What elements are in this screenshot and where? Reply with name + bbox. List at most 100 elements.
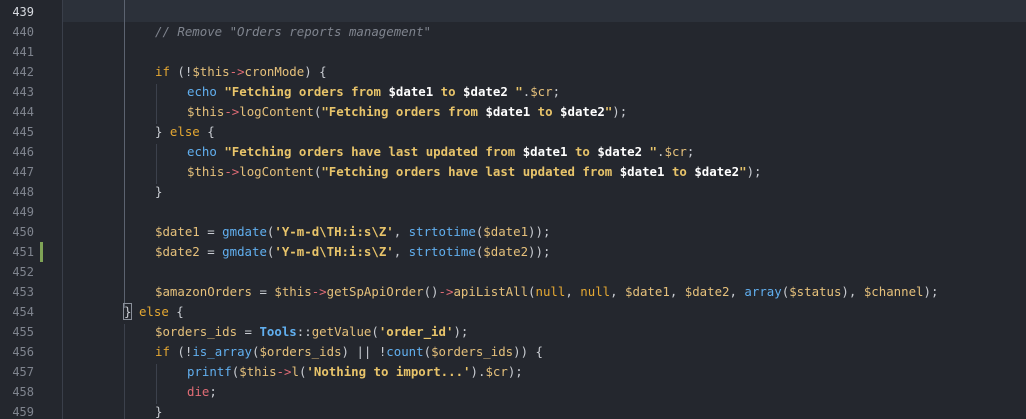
code-line[interactable]: 446 echo "Fetching orders have last updat…: [0, 142, 1026, 162]
code-token: ->: [276, 364, 292, 379]
code-line[interactable]: 453 $amazonOrders = $this->getSpApiOrder(…: [0, 282, 1026, 302]
code-token: l: [291, 364, 299, 379]
code-token: ,: [610, 284, 626, 299]
line-number: 442: [12, 65, 34, 79]
code-token: ,: [393, 224, 409, 239]
code-token: 'Nothing to import...': [306, 364, 471, 379]
code-token: ::: [296, 324, 312, 339]
code-token: $date1: [522, 144, 568, 159]
line-number: 453: [12, 285, 34, 299]
code-line[interactable]: 450 $date1 = gmdate('Y-m-d\TH:i:s\Z', str…: [0, 222, 1026, 242]
code-editor[interactable]: 439 440 // Remove "Orders reports manageme…: [0, 0, 1026, 419]
code-text: $this->logContent("Fetching orders from …: [187, 102, 627, 122]
code-token: =: [237, 324, 260, 339]
code-token: getValue: [311, 324, 372, 339]
line-number: 455: [12, 325, 34, 339]
code-token: $this: [274, 284, 312, 299]
code-token: ->: [229, 64, 245, 79]
code-token: ->: [224, 104, 240, 119]
line-number: 439: [12, 5, 34, 19]
code-token: ,: [565, 284, 581, 299]
code-token: $date1: [625, 284, 670, 299]
code-line[interactable]: 447 $this->logContent("Fetching orders ha…: [0, 162, 1026, 182]
code-token: $orders_ids: [431, 344, 514, 359]
code-token: $date2: [694, 164, 740, 179]
code-line[interactable]: 455 $orders_ids = Tools::getValue('order_…: [0, 322, 1026, 342]
code-token: $cr: [530, 84, 553, 99]
code-token: strtotime: [408, 224, 476, 239]
code-token: (: [528, 284, 536, 299]
code-line[interactable]: 442 if (!$this->cronMode) {: [0, 62, 1026, 82]
code-text: if (!is_array($orders_ids) || !count($or…: [155, 342, 543, 362]
code-token: ,: [393, 244, 409, 259]
code-line[interactable]: 452: [0, 262, 1026, 282]
code-token: ->: [311, 284, 327, 299]
code-token: "Fetching orders have last updated from: [321, 164, 620, 179]
code-token: to: [530, 104, 561, 119]
code-token: ;: [552, 84, 561, 99]
code-line[interactable]: 448}: [0, 182, 1026, 202]
code-line[interactable]: 440 // Remove "Orders reports management": [0, 22, 1026, 42]
code-line[interactable]: 457 printf($this->l('Nothing to import...…: [0, 362, 1026, 382]
code-token: ": [739, 164, 747, 179]
code-token: ,: [669, 284, 685, 299]
line-number: 444: [12, 105, 34, 119]
code-token: // Remove "Orders reports management": [155, 24, 432, 39]
code-line[interactable]: 459}: [0, 402, 1026, 419]
line-number: 446: [12, 145, 34, 159]
line-number: 445: [12, 125, 34, 139]
line-number: 451: [12, 245, 34, 259]
code-token: $date1: [485, 104, 531, 119]
code-token: );: [453, 324, 469, 339]
code-line[interactable]: 444 $this->logContent("Fetching orders fr…: [0, 102, 1026, 122]
code-token: gmdate: [222, 224, 267, 239]
line-number: 450: [12, 225, 34, 239]
code-token: "Fetching orders from: [321, 104, 486, 119]
code-token: count: [386, 344, 424, 359]
code-text: $orders_ids = Tools::getValue('order_id'…: [155, 322, 468, 342]
code-line[interactable]: 454 } else {: [0, 302, 1026, 322]
code-token: ));: [528, 224, 551, 239]
code-line[interactable]: 439: [0, 2, 1026, 22]
code-token: 'Y-m-d\TH:i:s\Z': [274, 224, 394, 239]
code-token: ) {: [304, 64, 327, 79]
code-line[interactable]: 445 } else {: [0, 122, 1026, 142]
code-token: $date1: [155, 224, 200, 239]
code-token: cronMode: [244, 64, 305, 79]
code-token: (!: [169, 344, 193, 359]
code-text: } else {: [155, 122, 215, 142]
line-number: 454: [12, 305, 34, 319]
code-token: ->: [438, 284, 454, 299]
code-token: =: [199, 224, 223, 239]
code-token: to: [664, 164, 695, 179]
code-token: array: [744, 284, 782, 299]
code-line[interactable]: 441: [0, 42, 1026, 62]
code-line[interactable]: 449: [0, 202, 1026, 222]
code-token: else: [169, 124, 200, 139]
line-number: 440: [12, 25, 34, 39]
code-token: );: [612, 104, 628, 119]
code-token: 'order_id': [378, 324, 454, 339]
code-token: $this: [192, 64, 230, 79]
code-token: null: [580, 284, 611, 299]
code-token: $cr: [664, 144, 687, 159]
code-text: printf($this->l('Nothing to import...').…: [187, 362, 523, 382]
code-token: ),: [841, 284, 864, 299]
code-token: $date1: [388, 84, 434, 99]
line-number: 458: [12, 385, 34, 399]
code-line[interactable]: 443 echo "Fetching orders from $date1 to …: [0, 82, 1026, 102]
code-token: (: [169, 64, 185, 79]
code-token: }: [155, 124, 170, 139]
code-text: die;: [187, 382, 217, 402]
code-token: =: [251, 284, 275, 299]
line-number: 448: [12, 185, 34, 199]
code-text: } else {: [122, 302, 184, 322]
code-line[interactable]: 451 $date2 = gmdate('Y-m-d\TH:i:s\Z', str…: [0, 242, 1026, 262]
code-token: null: [535, 284, 566, 299]
code-token: $amazonOrders: [155, 284, 252, 299]
code-token: echo: [187, 144, 217, 159]
code-text: $date1 = gmdate('Y-m-d\TH:i:s\Z', strtot…: [155, 222, 550, 242]
code-line[interactable]: 458 die;: [0, 382, 1026, 402]
code-line[interactable]: 456 if (!is_array($orders_ids) || !count(…: [0, 342, 1026, 362]
